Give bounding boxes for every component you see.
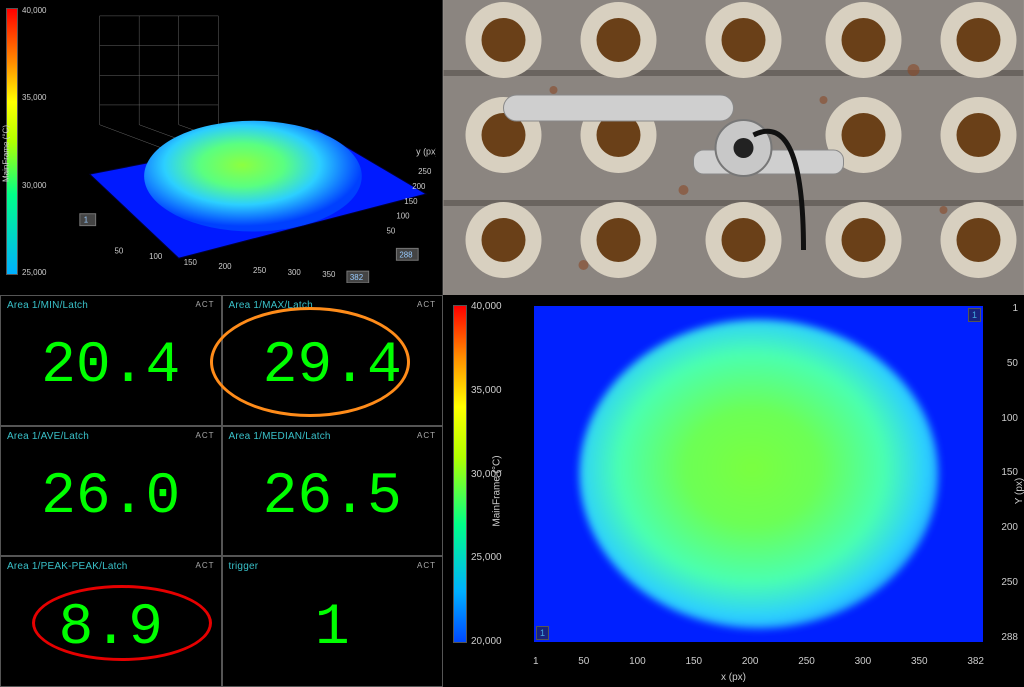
readout-act-badge: ACT — [417, 561, 436, 570]
camera-feed-panel — [443, 0, 1024, 295]
thermal-3d-panel: 40,000 35,000 30,000 25,000 — [0, 0, 443, 295]
readout-value: 1 — [229, 572, 437, 684]
colorbar-3d-label: MainFrame (°C) — [2, 125, 11, 182]
svg-text:300: 300 — [288, 268, 302, 277]
readout-value: 20.4 — [7, 311, 215, 423]
colorbar-tick: 35,000 — [471, 385, 511, 396]
readout-trigger: trigger ACT 1 — [222, 556, 444, 687]
colorbar-tick: 25,000 — [471, 552, 511, 563]
axis-tick: 50 — [1007, 358, 1018, 369]
svg-text:350: 350 — [322, 270, 336, 279]
readout-value: 8.9 — [7, 572, 215, 684]
colorbar-tick: 25,000 — [22, 268, 58, 277]
plot3d-svg: 50 100 150 200 250 300 350 50 100 150 20… — [60, 6, 436, 283]
y-axis-label: y (px) — [416, 146, 436, 156]
svg-text:250: 250 — [253, 266, 267, 275]
axis-tick: 250 — [798, 656, 815, 667]
colorbar-tick: 35,000 — [22, 93, 58, 102]
svg-text:288: 288 — [399, 250, 413, 259]
plot2d-yticks: 1 50 100 150 200 250 288 — [988, 303, 1018, 643]
readout-value: 26.5 — [229, 442, 437, 554]
x-axis-label: x (px) — [721, 672, 746, 683]
readout-max: Area 1/MAX/Latch ACT 29.4 — [222, 295, 444, 426]
colorbar-3d-ticks: 40,000 35,000 30,000 25,000 — [22, 6, 58, 277]
readout-value: 29.4 — [229, 311, 437, 423]
readout-value: 26.0 — [7, 442, 215, 554]
readout-peakpeak: Area 1/PEAK-PEAK/Latch ACT 8.9 — [0, 556, 222, 687]
svg-text:250: 250 — [418, 167, 432, 176]
range-badge-low: 1 — [536, 626, 549, 640]
colorbar-tick: 40,000 — [471, 301, 511, 312]
axis-tick: 350 — [911, 656, 928, 667]
axis-tick: 1 — [533, 656, 539, 667]
readout-label: Area 1/MIN/Latch — [7, 298, 215, 311]
axis-tick: 200 — [1001, 522, 1018, 533]
readout-label: trigger — [229, 559, 437, 572]
plot2d-xticks: 1 50 100 150 200 250 300 350 382 — [533, 656, 984, 667]
y-axis-label: Y (px) — [1013, 478, 1024, 505]
plot3d-area[interactable]: 50 100 150 200 250 300 350 50 100 150 20… — [60, 6, 436, 283]
axis-tick: 100 — [629, 656, 646, 667]
axis-tick: 300 — [855, 656, 872, 667]
readout-act-badge: ACT — [417, 300, 436, 309]
svg-text:382: 382 — [350, 273, 363, 282]
colorbar-tick: 40,000 — [22, 6, 58, 15]
svg-text:1: 1 — [84, 216, 89, 225]
svg-text:200: 200 — [218, 262, 232, 271]
thermal-2d-panel: 40,000 35,000 30,000 25,000 20,000 MainF… — [443, 295, 1024, 687]
readout-act-badge: ACT — [417, 431, 436, 440]
readout-median: Area 1/MEDIAN/Latch ACT 26.5 — [222, 426, 444, 557]
axis-tick: 150 — [685, 656, 702, 667]
readout-label: Area 1/MEDIAN/Latch — [229, 429, 437, 442]
svg-text:50: 50 — [114, 246, 123, 255]
camera-feed-image — [443, 0, 1024, 295]
readout-label: Area 1/PEAK-PEAK/Latch — [7, 559, 215, 572]
readout-label: Area 1/MAX/Latch — [229, 298, 437, 311]
axis-tick: 288 — [1001, 632, 1018, 643]
colorbar-2d — [453, 305, 467, 643]
svg-text:100: 100 — [396, 212, 410, 221]
readout-act-badge: ACT — [196, 431, 215, 440]
readout-ave: Area 1/AVE/Latch ACT 26.0 — [0, 426, 222, 557]
readout-min: Area 1/MIN/Latch ACT 20.4 — [0, 295, 222, 426]
svg-text:200: 200 — [412, 182, 426, 191]
svg-text:100: 100 — [149, 252, 163, 261]
axis-tick: 1 — [1012, 303, 1018, 314]
svg-text:150: 150 — [184, 258, 198, 267]
axis-tick: 100 — [1001, 413, 1018, 424]
thermal-blob-icon — [579, 319, 938, 628]
colorbar-tick: 20,000 — [471, 636, 511, 647]
axis-tick: 50 — [578, 656, 589, 667]
plot2d-area[interactable]: 1 1 — [533, 305, 984, 643]
readout-label: Area 1/AVE/Latch — [7, 429, 215, 442]
axis-tick: 382 — [967, 656, 984, 667]
svg-text:50: 50 — [387, 227, 396, 236]
axis-tick: 200 — [742, 656, 759, 667]
axis-tick: 250 — [1001, 577, 1018, 588]
colorbar-2d-label: MainFrame (°C) — [492, 455, 503, 526]
readouts-panel: Area 1/MIN/Latch ACT 20.4 Area 1/MAX/Lat… — [0, 295, 443, 687]
readout-act-badge: ACT — [196, 561, 215, 570]
range-badge-y-low: 1 — [968, 308, 981, 322]
colorbar-tick: 30,000 — [22, 181, 58, 190]
readout-act-badge: ACT — [196, 300, 215, 309]
svg-text:150: 150 — [404, 197, 418, 206]
